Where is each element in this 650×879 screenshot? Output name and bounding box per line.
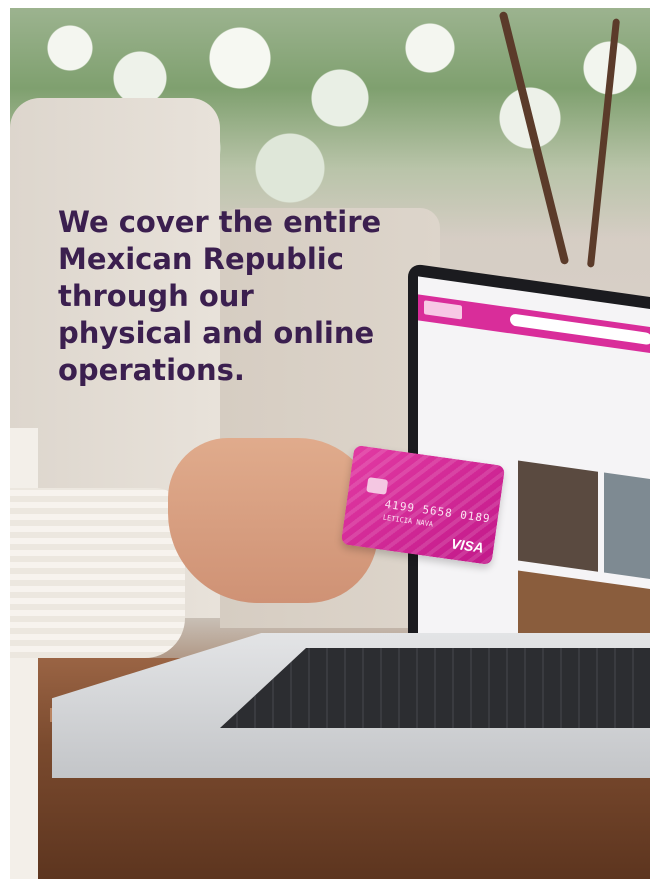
headline: We cover the entire Mexican Republic thr… (58, 204, 458, 389)
credit-card: 4199 5658 0189 LETICIA NAVA VISA (340, 444, 506, 566)
card-brand-logo: VISA (450, 535, 485, 556)
headline-line: physical and online (58, 316, 375, 350)
website-product-tile (518, 460, 598, 572)
background-photo: 4199 5658 0189 LETICIA NAVA VISA (10, 8, 650, 879)
headline-line: through our (58, 279, 254, 313)
headline-line: We cover the entire (58, 205, 382, 239)
headline-line: Mexican Republic (58, 242, 344, 276)
headline-line: operations. (58, 353, 245, 387)
website-search-bar (510, 313, 650, 346)
card-chip (366, 477, 389, 495)
website-product-tile (604, 472, 650, 581)
sweater-sleeve (10, 488, 185, 658)
